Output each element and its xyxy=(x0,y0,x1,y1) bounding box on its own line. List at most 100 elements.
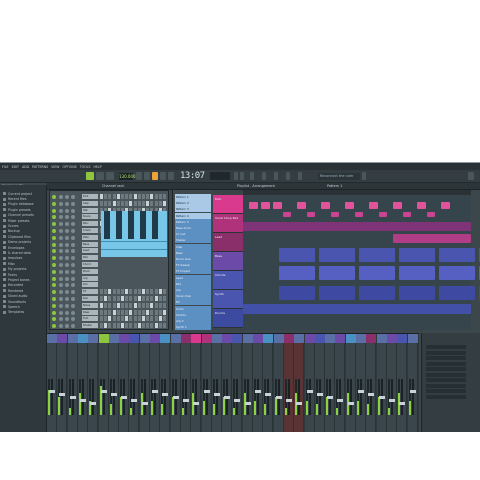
playlist-clip[interactable] xyxy=(279,286,315,300)
track-header[interactable]: Bass xyxy=(213,252,243,271)
channel-name-button[interactable]: Ride xyxy=(82,234,98,240)
mixer-strip[interactable] xyxy=(88,334,99,432)
step-button[interactable] xyxy=(150,323,154,329)
fader-cap[interactable] xyxy=(49,390,55,393)
channel-name-button[interactable]: Pluck xyxy=(82,268,98,274)
mixer-strip-header[interactable] xyxy=(150,334,160,343)
channel-name-button[interactable]: Vox xyxy=(82,282,98,288)
channel-knob[interactable] xyxy=(59,310,63,315)
fader-track[interactable] xyxy=(349,379,352,415)
fader-cap[interactable] xyxy=(296,402,303,405)
step-button[interactable] xyxy=(108,302,112,308)
channel-knob[interactable] xyxy=(65,317,69,322)
mixer-strip-header[interactable] xyxy=(47,334,57,343)
metronome-button[interactable] xyxy=(136,172,142,180)
step-button[interactable] xyxy=(104,296,108,301)
step-button[interactable] xyxy=(142,200,145,206)
fader-cap[interactable] xyxy=(306,390,313,393)
step-button[interactable] xyxy=(112,194,116,199)
channel-knob[interactable] xyxy=(59,256,63,261)
mixer-strip[interactable] xyxy=(335,334,346,432)
fader-track[interactable] xyxy=(51,379,53,415)
step-button[interactable] xyxy=(154,309,158,315)
pattern-item[interactable]: Pattern 1 xyxy=(175,194,211,200)
channel-knob[interactable] xyxy=(59,242,63,247)
fader-track[interactable] xyxy=(205,379,208,415)
channel-knob[interactable] xyxy=(59,324,63,329)
mixer-strip[interactable] xyxy=(376,334,387,432)
fader-cap[interactable] xyxy=(368,393,375,396)
channel-knob[interactable] xyxy=(65,195,69,199)
mixer-strip[interactable] xyxy=(191,334,202,432)
fx-slot[interactable] xyxy=(426,367,466,371)
fader-cap[interactable] xyxy=(182,399,189,402)
channel-row[interactable]: Sub xyxy=(52,296,168,302)
channel-knob[interactable] xyxy=(65,235,69,240)
step-button[interactable] xyxy=(163,194,166,199)
mixer-strip-header[interactable] xyxy=(88,334,99,343)
tab-pattern[interactable]: Pattern 1 xyxy=(327,184,342,188)
fader-cap[interactable] xyxy=(399,402,406,405)
channel-mute-led[interactable] xyxy=(52,303,56,308)
fader-track[interactable] xyxy=(267,379,270,415)
fader-track[interactable] xyxy=(81,379,84,415)
channel-mute-led[interactable] xyxy=(52,269,56,274)
pattern-item[interactable]: Arp xyxy=(175,287,211,293)
step-button[interactable] xyxy=(121,309,124,315)
mixer-strip[interactable] xyxy=(180,334,191,432)
fader-cap[interactable] xyxy=(90,402,97,405)
channel-row[interactable]: Arp xyxy=(52,275,168,282)
step-button[interactable] xyxy=(133,200,137,206)
fader-cap[interactable] xyxy=(275,396,282,399)
fader-track[interactable] xyxy=(195,379,198,415)
track-header[interactable]: Chords xyxy=(213,271,243,290)
mixer-strip[interactable] xyxy=(47,334,57,432)
step-button[interactable] xyxy=(104,316,108,322)
fader-track[interactable] xyxy=(370,379,373,415)
step-button[interactable] xyxy=(112,200,116,206)
fader-track[interactable] xyxy=(411,379,414,415)
pattern-item[interactable]: Drum loop xyxy=(175,256,211,262)
pattern-item[interactable]: Pad xyxy=(175,280,211,287)
menu-view[interactable]: VIEW xyxy=(51,165,59,169)
mixer-strip-header[interactable] xyxy=(232,334,243,343)
channel-row[interactable]: Shaker xyxy=(52,323,168,329)
piano-roll-preview[interactable] xyxy=(101,211,167,257)
mixer-strip-header[interactable] xyxy=(222,334,233,343)
mixer-strip-header[interactable] xyxy=(283,334,294,343)
mixer-strip[interactable] xyxy=(294,334,305,432)
mixer-strip[interactable] xyxy=(273,334,284,432)
pattern-item[interactable]: Pattern 3 xyxy=(175,206,211,213)
mixer-strip-header[interactable] xyxy=(170,334,181,343)
channel-knob[interactable] xyxy=(59,269,63,274)
mixer-strip[interactable] xyxy=(67,334,78,432)
step-button[interactable] xyxy=(104,200,108,206)
step-button[interactable] xyxy=(108,289,112,295)
toolbar-icon-6[interactable] xyxy=(286,172,290,180)
fader-cap[interactable] xyxy=(316,393,323,396)
channel-name-button[interactable]: Noise xyxy=(82,302,98,308)
step-button[interactable] xyxy=(133,309,137,315)
channel-mute-led[interactable] xyxy=(52,201,56,206)
step-button[interactable] xyxy=(133,296,137,301)
playlist-ruler[interactable] xyxy=(243,190,471,195)
step-button[interactable] xyxy=(116,302,120,308)
fader-cap[interactable] xyxy=(358,390,364,393)
fader-cap[interactable] xyxy=(234,399,241,402)
mixer-strip[interactable] xyxy=(366,334,377,432)
mixer-strip-header[interactable] xyxy=(108,334,119,343)
fader-track[interactable] xyxy=(236,379,239,415)
mixer-strip-header[interactable] xyxy=(129,334,140,343)
channel-knob[interactable] xyxy=(71,283,75,288)
channel-knob[interactable] xyxy=(59,229,63,233)
fx-slot[interactable] xyxy=(426,378,466,382)
step-button[interactable] xyxy=(142,194,145,199)
mixer-strip[interactable] xyxy=(325,334,336,432)
mixer-strip[interactable] xyxy=(222,334,233,432)
step-button[interactable] xyxy=(104,194,108,199)
step-button[interactable] xyxy=(129,194,133,199)
step-button[interactable] xyxy=(125,323,129,329)
mixer-strip-header[interactable] xyxy=(180,334,191,343)
fx-slot[interactable] xyxy=(426,372,466,377)
fader-track[interactable] xyxy=(154,379,156,415)
